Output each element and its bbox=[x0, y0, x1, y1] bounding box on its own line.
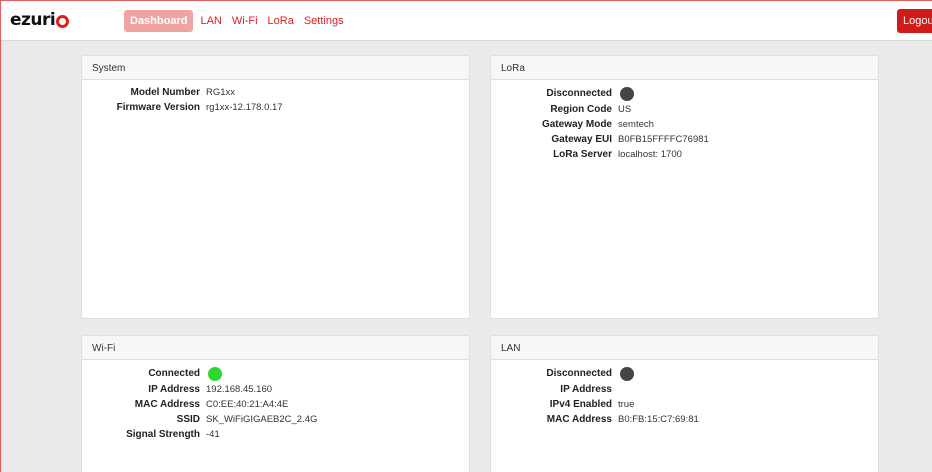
info-row-region-code: Region Code US bbox=[491, 102, 878, 117]
app-frame: ezuri Dashboard LAN Wi-Fi LoRa Settings … bbox=[0, 0, 932, 472]
wifi-card-body: Connected IP Address 192.168.45.160 MAC … bbox=[82, 360, 469, 442]
lan-status-row: Disconnected bbox=[491, 365, 878, 382]
info-row-gateway-mode: Gateway Mode semtech bbox=[491, 117, 878, 132]
ipv4-enabled-value: true bbox=[618, 399, 635, 410]
info-row-gateway-eui: Gateway EUI B0FB15FFFFC76981 bbox=[491, 132, 878, 147]
signal-strength-label: Signal Strength bbox=[126, 429, 200, 440]
model-number-label: Model Number bbox=[130, 87, 200, 98]
lan-status-label: Disconnected bbox=[546, 368, 612, 379]
firmware-version-value: rg1xx-12.178.0.17 bbox=[206, 102, 283, 113]
wifi-ip-value: 192.168.45.160 bbox=[206, 384, 273, 395]
wifi-card-title: Wi-Fi bbox=[82, 336, 469, 360]
wifi-ssid-label: SSID bbox=[176, 414, 200, 425]
gateway-eui-value: B0FB15FFFFC76981 bbox=[618, 134, 709, 145]
lora-status-label: Disconnected bbox=[546, 88, 612, 99]
firmware-version-label: Firmware Version bbox=[116, 102, 200, 113]
ezurio-logo[interactable]: ezuri bbox=[10, 8, 70, 30]
status-dot-green-icon bbox=[208, 366, 222, 381]
lan-mac-label: MAC Address bbox=[546, 414, 612, 425]
info-row-signal-strength: Signal Strength -41 bbox=[82, 427, 469, 442]
system-card: System Model Number RG1xx Firmware Versi… bbox=[81, 55, 470, 319]
lan-mac-value: B0:FB:15:C7:69:81 bbox=[618, 414, 699, 425]
wifi-ssid-value: SK_WiFiGIGAEB2C_2.4G bbox=[206, 414, 318, 425]
info-row-wifi-mac: MAC Address C0:EE:40:21:A4:4E bbox=[82, 397, 469, 412]
gateway-mode-label: Gateway Mode bbox=[541, 119, 612, 130]
info-row-wifi-ssid: SSID SK_WiFiGIGAEB2C_2.4G bbox=[82, 412, 469, 427]
lan-card-title: LAN bbox=[491, 336, 878, 360]
lora-server-label: LoRa Server bbox=[553, 149, 612, 160]
info-row-firmware-version: Firmware Version rg1xx-12.178.0.17 bbox=[82, 100, 469, 115]
main-nav: Dashboard LAN Wi-Fi LoRa Settings bbox=[124, 10, 349, 32]
lan-card-body: Disconnected IP Address IPv4 Enabled tru… bbox=[491, 360, 878, 427]
status-dot-gray-icon bbox=[620, 366, 634, 381]
lora-status-row: Disconnected bbox=[491, 85, 878, 102]
region-code-label: Region Code bbox=[550, 104, 612, 115]
info-row-lora-server: LoRa Server localhost: 1700 bbox=[491, 147, 878, 162]
nav-wifi[interactable]: Wi-Fi bbox=[227, 11, 263, 31]
region-code-value: US bbox=[618, 104, 632, 115]
system-card-title: System bbox=[82, 56, 469, 80]
nav-lora[interactable]: LoRa bbox=[263, 11, 299, 31]
status-dot-gray-icon bbox=[620, 86, 634, 101]
lora-card-title: LoRa bbox=[491, 56, 878, 80]
nav-lan[interactable]: LAN bbox=[195, 11, 226, 31]
wifi-mac-value: C0:EE:40:21:A4:4E bbox=[206, 399, 289, 410]
logo-ring-icon bbox=[56, 15, 70, 28]
ipv4-enabled-label: IPv4 Enabled bbox=[549, 399, 612, 410]
lora-card: LoRa Disconnected Region Code US Gateway… bbox=[490, 55, 879, 319]
wifi-mac-label: MAC Address bbox=[134, 399, 200, 410]
lan-card: LAN Disconnected IP Address IPv4 Enabled… bbox=[490, 335, 879, 472]
wifi-card: Wi-Fi Connected IP Address 192.168.45.16… bbox=[81, 335, 470, 472]
wifi-ip-label: IP Address bbox=[148, 384, 200, 395]
top-navbar: ezuri Dashboard LAN Wi-Fi LoRa Settings … bbox=[1, 1, 932, 41]
wifi-status-label: Connected bbox=[148, 368, 200, 379]
info-row-lan-mac: MAC Address B0:FB:15:C7:69:81 bbox=[491, 412, 878, 427]
nav-settings[interactable]: Settings bbox=[299, 11, 349, 31]
lora-server-value: localhost: 1700 bbox=[618, 149, 682, 160]
wifi-status-row: Connected bbox=[82, 365, 469, 382]
info-row-wifi-ip: IP Address 192.168.45.160 bbox=[82, 382, 469, 397]
info-row-model-number: Model Number RG1xx bbox=[82, 85, 469, 100]
gateway-mode-value: semtech bbox=[618, 119, 654, 130]
info-row-lan-ip: IP Address bbox=[491, 382, 878, 397]
lora-card-body: Disconnected Region Code US Gateway Mode… bbox=[491, 80, 878, 162]
system-card-body: Model Number RG1xx Firmware Version rg1x… bbox=[82, 80, 469, 115]
logout-button[interactable]: Logout bbox=[897, 9, 932, 33]
model-number-value: RG1xx bbox=[206, 87, 236, 98]
info-row-ipv4-enabled: IPv4 Enabled true bbox=[491, 397, 878, 412]
lan-ip-label: IP Address bbox=[560, 384, 612, 395]
nav-dashboard[interactable]: Dashboard bbox=[124, 10, 194, 32]
gateway-eui-label: Gateway EUI bbox=[551, 134, 612, 145]
signal-strength-value: -41 bbox=[206, 429, 220, 440]
